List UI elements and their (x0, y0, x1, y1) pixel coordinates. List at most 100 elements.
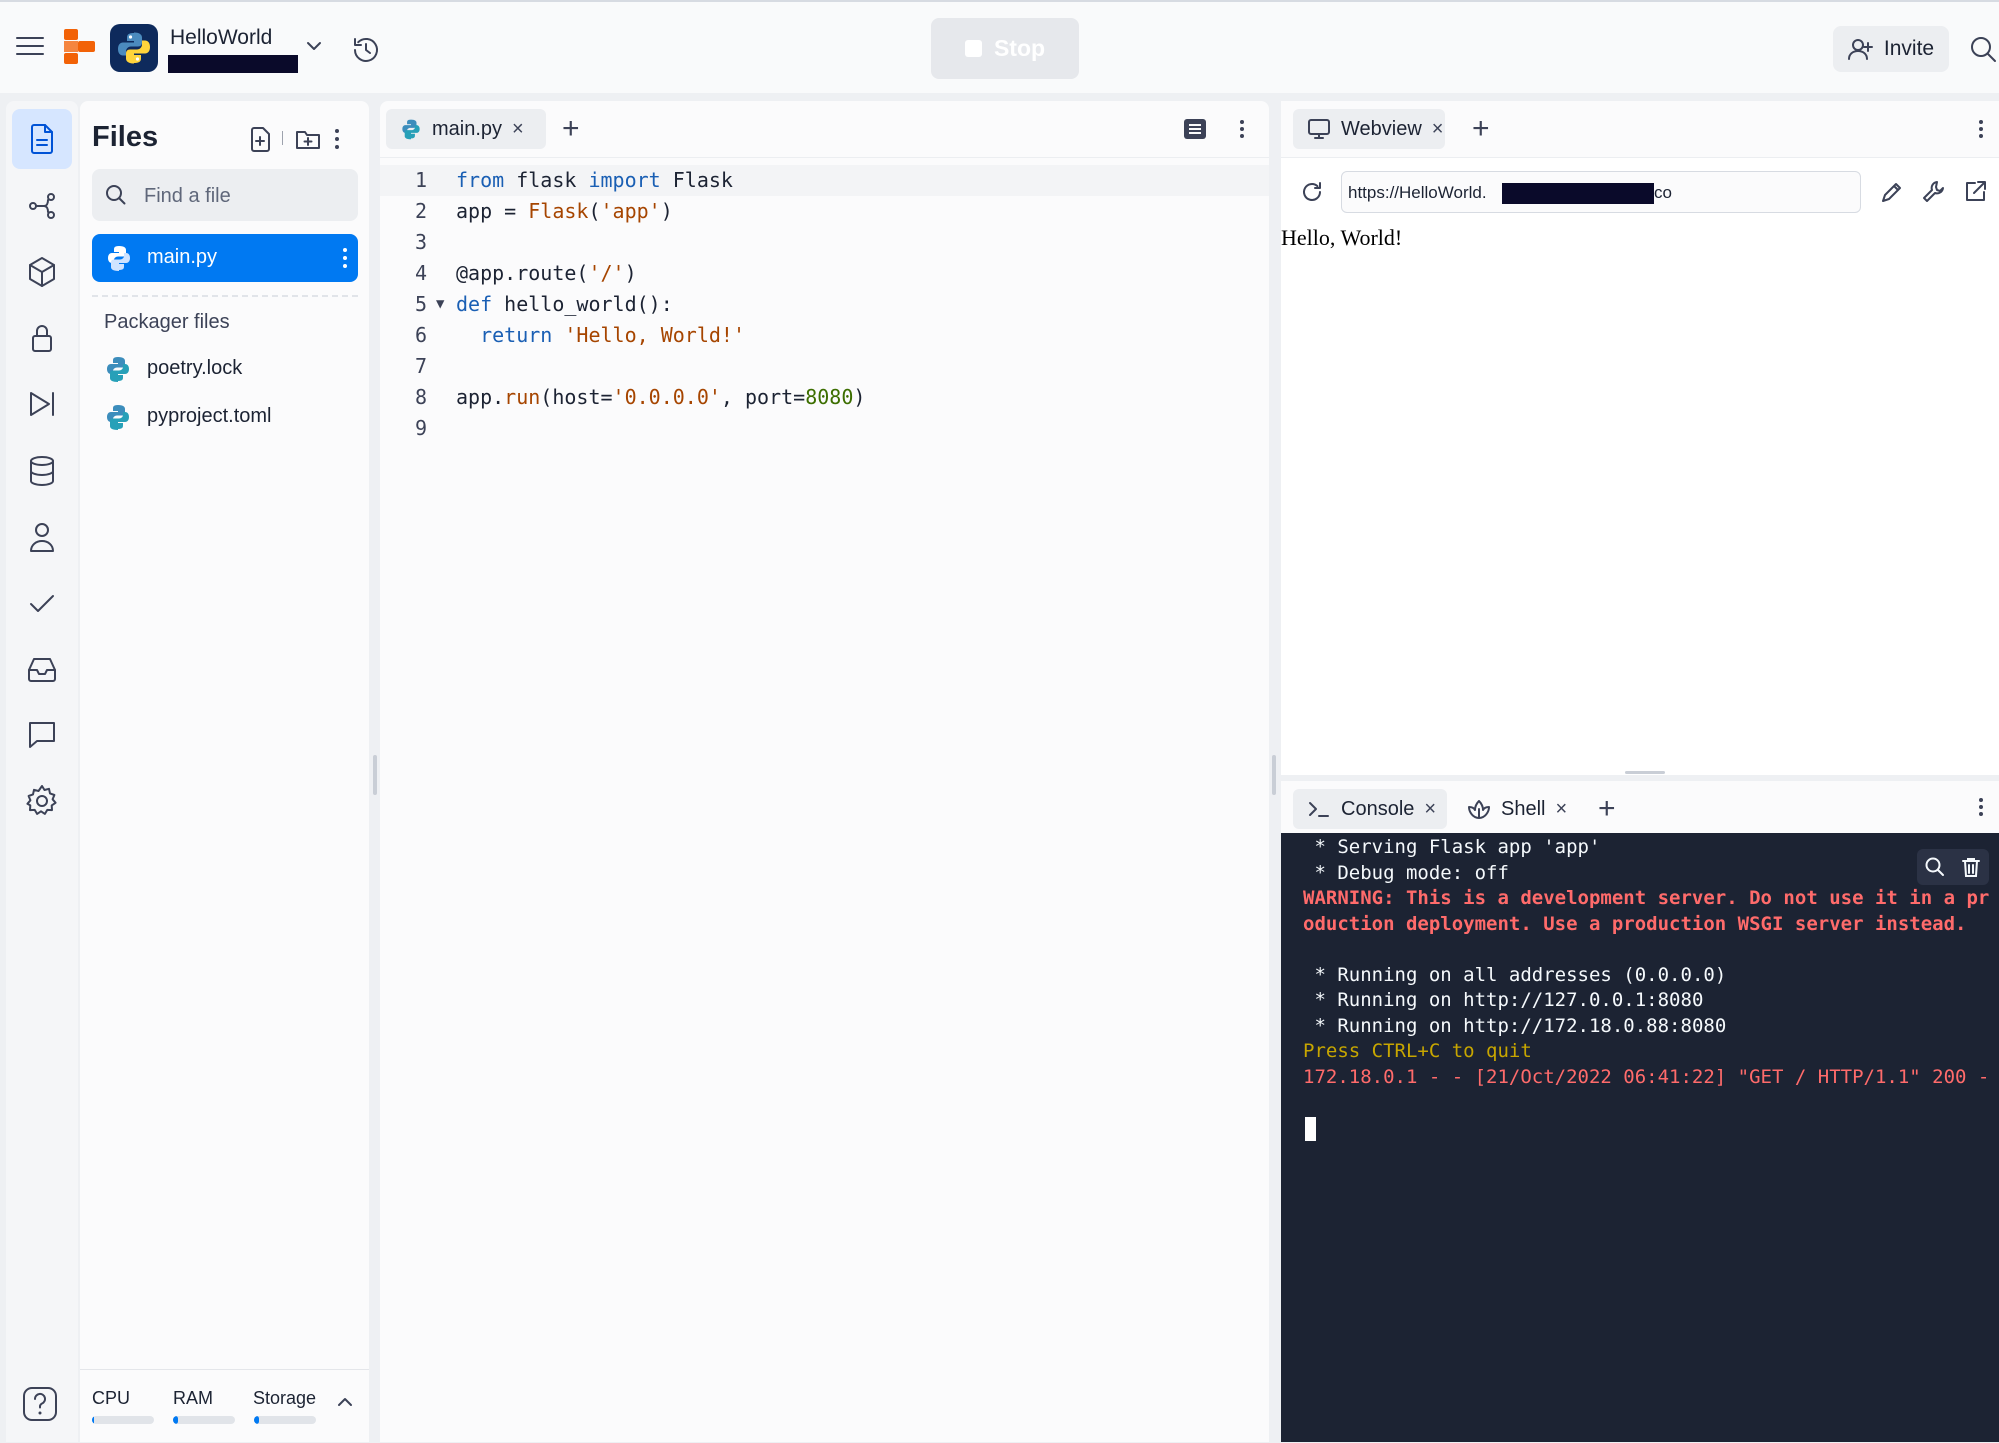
ram-label: RAM (173, 1388, 213, 1408)
ram-meter-fill (173, 1416, 178, 1424)
add-tab-icon[interactable]: + (1472, 109, 1490, 149)
line-number: 2 (415, 199, 428, 223)
webview-tabbar: Webview × + (1281, 101, 1999, 158)
threads-tool-button[interactable] (12, 705, 72, 765)
python-file-icon (105, 244, 133, 272)
history-icon[interactable] (350, 34, 382, 66)
replit-logo[interactable] (63, 28, 97, 66)
code-line: 4 @app.route('/') (380, 258, 1269, 289)
add-tab-icon[interactable]: + (1598, 789, 1616, 829)
close-icon[interactable]: × (1424, 798, 1436, 821)
redacted-url-part (1502, 183, 1654, 204)
search-icon[interactable] (1969, 35, 1997, 63)
terminal-cursor (1305, 1117, 1316, 1141)
secrets-tool-button[interactable] (12, 308, 72, 368)
package-icon (29, 257, 55, 287)
packager-files-title: Packager files (104, 311, 230, 333)
more-options-icon[interactable] (332, 125, 342, 153)
files-title: Files (92, 121, 159, 153)
stop-label: Stop (993, 35, 1046, 61)
resource-usage[interactable]: CPU RAM Storage (80, 1369, 369, 1443)
console-warning-line: WARNING: This is a development server. D… (1303, 887, 1990, 935)
close-icon[interactable]: × (512, 118, 524, 141)
search-icon[interactable] (1924, 856, 1946, 878)
repl-name[interactable]: HelloWorld (170, 26, 272, 50)
tab-webview[interactable]: Webview × (1293, 109, 1445, 149)
debugger-tool-button[interactable] (12, 374, 72, 434)
chevron-up-icon[interactable] (335, 1394, 355, 1410)
tab-label: Console (1341, 797, 1415, 820)
edit-icon[interactable] (1879, 179, 1905, 205)
stop-button[interactable]: Stop (931, 18, 1079, 79)
add-tab-icon[interactable]: + (562, 109, 580, 149)
tests-tool-button[interactable] (12, 573, 72, 633)
close-icon[interactable]: × (1555, 798, 1567, 821)
tab-shell[interactable]: Shell × (1453, 789, 1583, 829)
new-file-icon[interactable] (248, 125, 274, 153)
refresh-icon[interactable] (1299, 179, 1325, 205)
tab-main-py[interactable]: main.py × (386, 109, 546, 149)
database-tool-button[interactable] (12, 441, 72, 501)
chevron-down-icon[interactable] (304, 38, 324, 54)
panel-resize-handle[interactable] (1272, 755, 1276, 795)
tab-label: main.py (432, 117, 503, 140)
file-name: pyproject.toml (147, 405, 272, 427)
python-file-icon (104, 355, 132, 383)
storage-meter-fill (254, 1416, 259, 1424)
file-search[interactable] (92, 169, 358, 223)
python-repl-icon (110, 24, 158, 72)
open-new-tab-icon[interactable] (1962, 179, 1988, 205)
console-line: * Running on all addresses (0.0.0.0) (1303, 963, 1727, 986)
devtools-wrench-icon[interactable] (1921, 179, 1947, 205)
cpu-meter-fill (92, 1416, 94, 1424)
inbox-tool-button[interactable] (12, 639, 72, 699)
code-line: 5 ▼ def hello_world(): (380, 289, 1269, 320)
code-line: 6 return 'Hello, World!' (380, 320, 1269, 351)
settings-tool-button[interactable] (12, 771, 72, 831)
url-prefix: https://HelloWorld. (1348, 183, 1487, 202)
code-line: 2 app = Flask('app') (380, 196, 1269, 227)
fold-toggle-icon[interactable]: ▼ (436, 289, 444, 320)
git-branch-icon (29, 193, 55, 219)
cpu-label: CPU (92, 1388, 131, 1408)
file-search-input[interactable] (142, 169, 346, 223)
git-tool-button[interactable] (12, 176, 72, 236)
panel-resize-handle[interactable] (373, 755, 377, 795)
help-button[interactable] (18, 1382, 62, 1426)
panel-resize-handle[interactable] (1625, 771, 1665, 774)
line-number: 4 (415, 261, 428, 285)
more-options-icon[interactable] (1977, 795, 1985, 819)
file-options-icon[interactable] (341, 245, 349, 271)
shell-icon (1467, 798, 1491, 820)
monitor-icon (1307, 118, 1331, 140)
auth-tool-button[interactable] (12, 507, 72, 567)
layout-icon[interactable] (1183, 118, 1207, 140)
new-folder-icon[interactable] (294, 125, 322, 153)
gear-icon (26, 785, 57, 815)
inbox-icon (28, 658, 56, 682)
files-divider (92, 295, 358, 297)
database-icon (30, 456, 54, 486)
console-line: * Serving Flask app 'app' (1303, 836, 1601, 858)
more-options-icon[interactable] (1977, 117, 1985, 141)
file-name: poetry.lock (147, 357, 243, 379)
files-panel: Files main.py Packager files poetry.lock (80, 101, 369, 1442)
file-name: main.py (147, 246, 218, 268)
console-output[interactable]: * Serving Flask app 'app' * Debug mode: … (1281, 833, 1999, 1442)
more-options-icon[interactable] (1238, 117, 1246, 141)
menu-icon[interactable] (14, 32, 46, 60)
files-tool-button[interactable] (12, 109, 72, 169)
code-line: 7 (380, 351, 1269, 382)
close-icon[interactable]: × (1432, 118, 1444, 141)
tab-console[interactable]: Console × (1293, 789, 1447, 829)
url-bar[interactable]: https://HelloWorld. co (1341, 171, 1861, 213)
line-number: 9 (415, 416, 428, 440)
line-number: 3 (415, 230, 428, 254)
invite-button[interactable]: Invite (1833, 26, 1949, 72)
trash-icon[interactable] (1960, 856, 1982, 878)
file-item-main-py[interactable]: main.py (92, 234, 358, 282)
packages-tool-button[interactable] (12, 242, 72, 302)
python-file-icon (400, 118, 422, 140)
chat-icon (29, 722, 55, 748)
storage-label: Storage (253, 1388, 317, 1408)
